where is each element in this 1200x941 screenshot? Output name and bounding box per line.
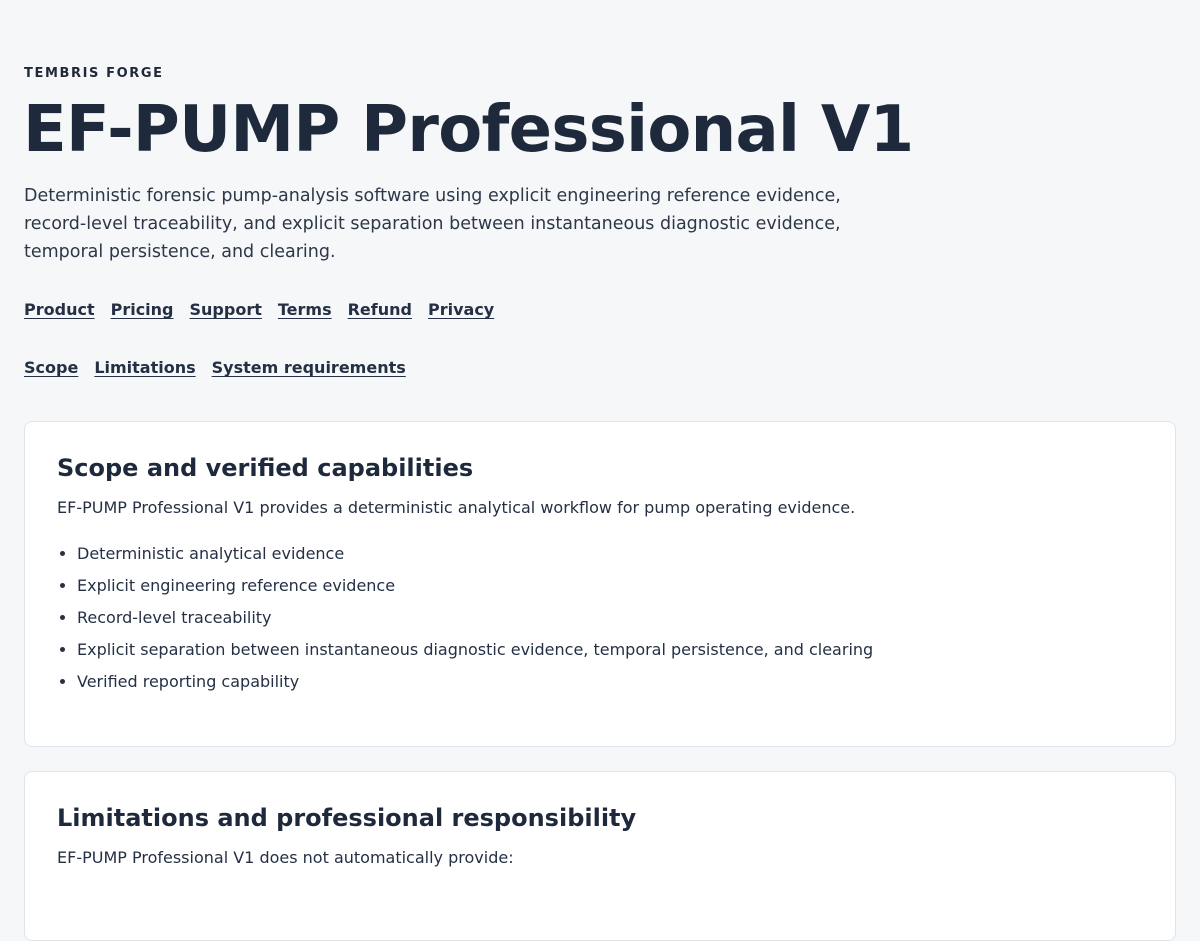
nav-link-scope[interactable]: Scope — [24, 357, 78, 379]
scope-heading: Scope and verified capabilities — [57, 454, 474, 482]
nav-link-refund[interactable]: Refund — [348, 299, 412, 321]
brand-label: TEMBRIS FORGE — [24, 66, 164, 81]
nav-link-terms[interactable]: Terms — [278, 299, 332, 321]
limitations-description: EF-PUMP Professional V1 does not automat… — [57, 848, 514, 867]
page-title: EF-PUMP Professional V1 — [23, 93, 914, 167]
nav-link-system-requirements[interactable]: System requirements — [212, 357, 406, 379]
nav-link-limitations[interactable]: Limitations — [94, 357, 195, 379]
nav-link-privacy[interactable]: Privacy — [428, 299, 494, 321]
nav-link-product[interactable]: Product — [24, 299, 95, 321]
section-navigation: Scope Limitations System requirements — [24, 357, 406, 379]
capability-item: Deterministic analytical evidence — [77, 538, 1143, 570]
product-intro: Deterministic forensic pump-analysis sof… — [24, 186, 841, 262]
scope-description: EF-PUMP Professional V1 provides a deter… — [57, 498, 856, 517]
scope-card: Scope and verified capabilities EF-PUMP … — [24, 421, 1176, 747]
page: TEMBRIS FORGE EF-PUMP Professional V1 De… — [0, 0, 1200, 941]
capabilities-list: Deterministic analytical evidence Explic… — [57, 538, 1143, 698]
nav-link-pricing[interactable]: Pricing — [111, 299, 174, 321]
capability-item: Verified reporting capability — [77, 666, 1143, 698]
nav-link-support[interactable]: Support — [190, 299, 262, 321]
capability-item: Record-level traceability — [77, 602, 1143, 634]
limitations-heading: Limitations and professional responsibil… — [57, 804, 637, 832]
limitations-card: Limitations and professional responsibil… — [24, 771, 1176, 941]
capability-item: Explicit engineering reference evidence — [77, 570, 1143, 602]
primary-navigation: Product Pricing Support Terms Refund Pri… — [24, 299, 494, 321]
capability-item: Explicit separation between instantaneou… — [77, 634, 1143, 666]
